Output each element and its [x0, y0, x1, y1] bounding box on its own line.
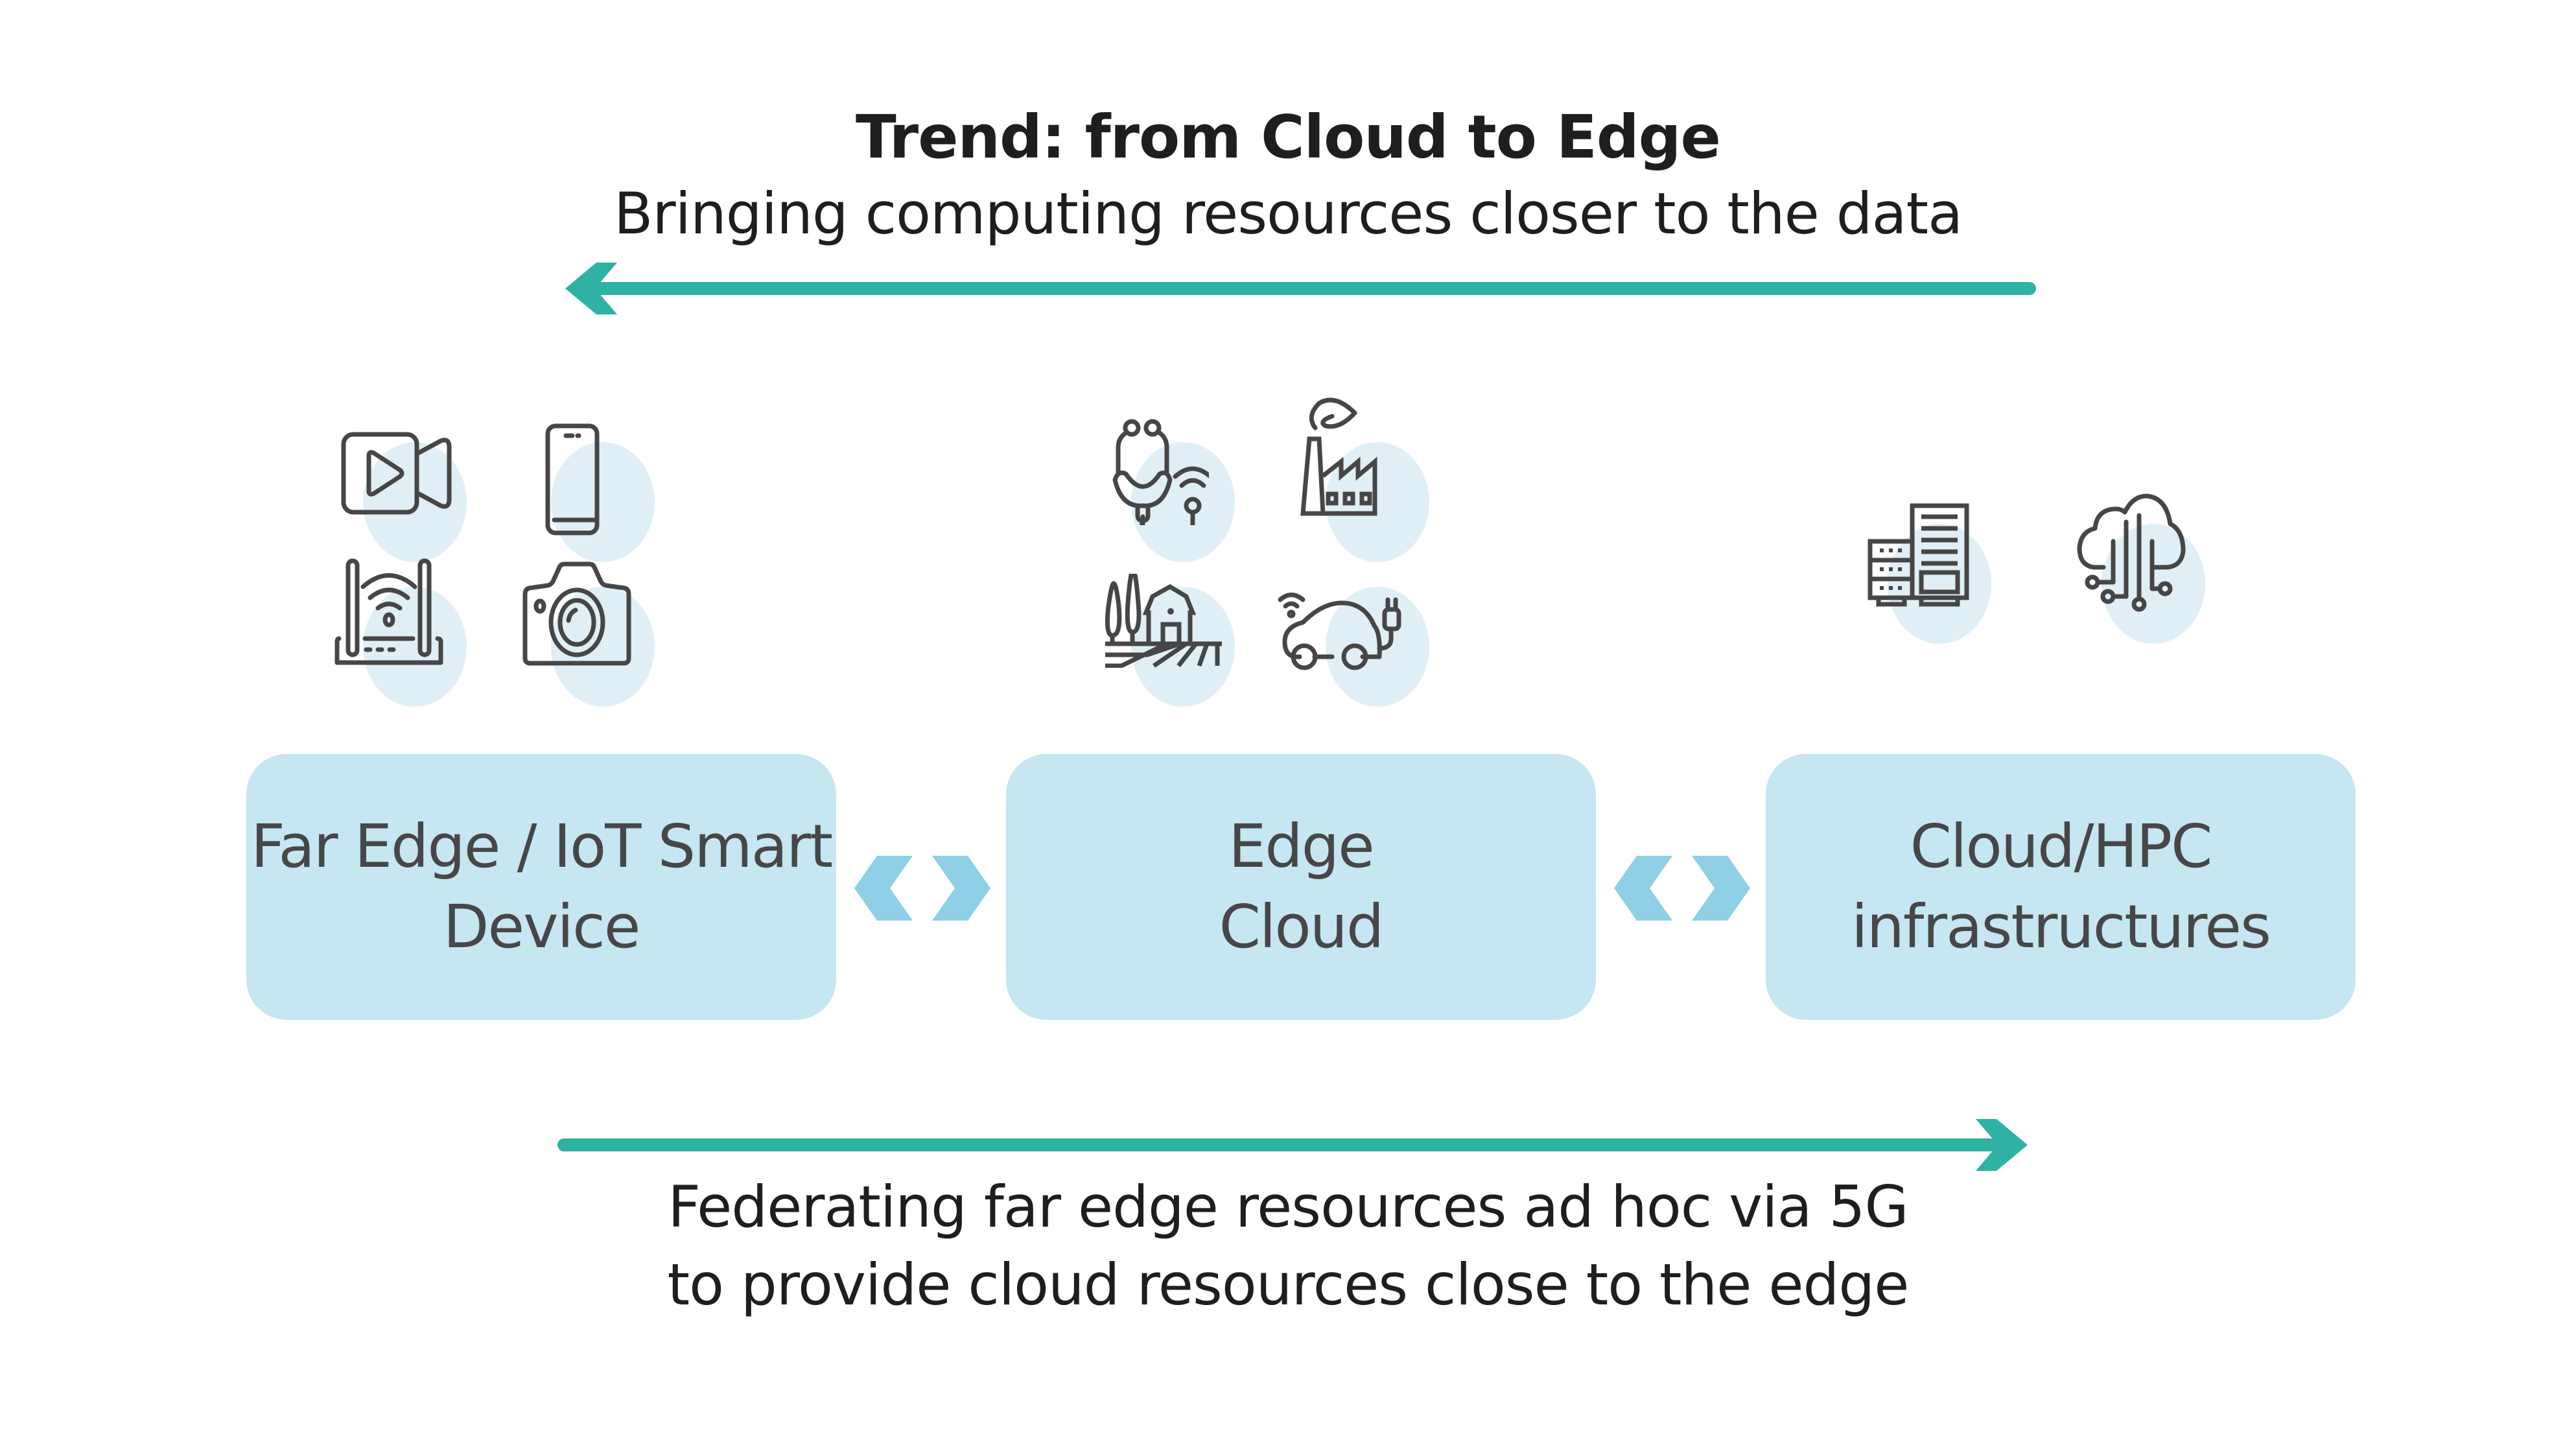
stethoscope-wifi-icon — [1112, 419, 1209, 525]
far-edge-label-line1: Far Edge / IoT Smart — [250, 812, 833, 881]
top-arrow-left — [565, 263, 2036, 314]
bottom-arrow-right — [557, 1119, 2028, 1171]
diagram-subtitle: Bringing computing resources closer to t… — [614, 180, 1963, 247]
footer-line-2: to provide cloud resources close to the … — [667, 1251, 1910, 1318]
server-rack-icon — [1868, 503, 1969, 607]
cloud-hpc-label-line2: infrastructures — [1851, 892, 2271, 961]
chevron-left-icon — [854, 856, 913, 921]
connected-electric-car-icon — [1278, 593, 1401, 670]
edge-cloud-label-line1: Edge — [1228, 812, 1375, 881]
photo-camera-icon — [522, 561, 631, 666]
cloud-icon-group — [1867, 480, 2269, 648]
chevron-right-icon — [932, 856, 990, 921]
edge-cloud-label-line2: Cloud — [1219, 892, 1385, 961]
chevron-left-icon — [1614, 856, 1672, 921]
chevron-right-icon — [1692, 856, 1750, 921]
smartphone-icon — [545, 423, 600, 536]
far-edge-box: Far Edge / IoT Smart Device — [246, 754, 836, 1020]
top-arrow-head — [565, 263, 617, 314]
bidirectional-chevron-icon — [1614, 856, 1750, 921]
cloud-circuit-icon — [2077, 493, 2186, 612]
video-camera-icon — [341, 432, 452, 515]
wifi-router-icon — [334, 558, 443, 665]
far-edge-icon-group — [324, 402, 745, 713]
cloud-hpc-label-line1: Cloud/HPC — [1910, 812, 2213, 881]
far-edge-label-line2: Device — [443, 892, 641, 961]
farm-icon — [1105, 574, 1222, 668]
bottom-arrow-head — [1976, 1119, 2028, 1171]
eco-factory-icon — [1300, 397, 1377, 516]
footer-line-1: Federating far edge resources ad hoc via… — [668, 1173, 1908, 1240]
cloud-hpc-box: Cloud/HPC infrastructures — [1766, 754, 2356, 1020]
diagram-title: Trend: from Cloud to Edge — [856, 102, 1721, 172]
edge-icon-group — [1102, 389, 1504, 713]
bidirectional-chevron-icon — [854, 856, 990, 921]
edge-cloud-box: Edge Cloud — [1006, 754, 1596, 1020]
